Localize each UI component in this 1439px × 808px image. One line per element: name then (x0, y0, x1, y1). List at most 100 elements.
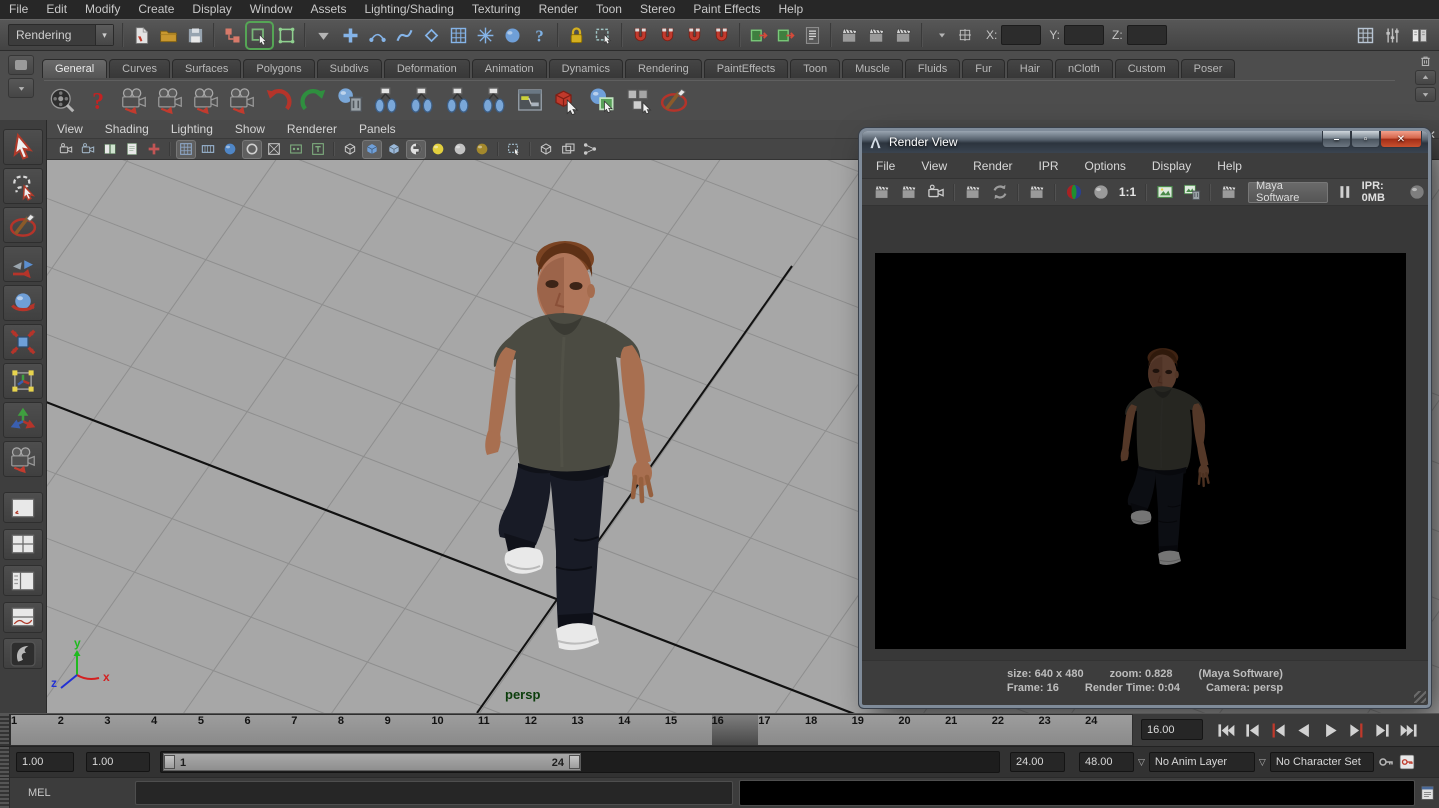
menu-item[interactable]: Window (241, 0, 302, 19)
render-view-canvas[interactable] (862, 206, 1428, 660)
shelf-scroll-up-button[interactable] (1415, 70, 1436, 85)
viewport-grid-toggle-button[interactable] (176, 140, 196, 159)
viewport-no-light-button[interactable] (472, 140, 492, 159)
rgb-channels-button[interactable] (1061, 181, 1086, 204)
shelf-help-button[interactable] (80, 83, 115, 117)
shelf-joint-chain-2-button[interactable] (404, 83, 439, 117)
shelf-tab[interactable]: Rendering (625, 59, 702, 78)
frame-cell[interactable]: 6 (245, 715, 292, 745)
shelf-joint-chain-3-button[interactable] (440, 83, 475, 117)
one-to-one-button[interactable]: 1:1 (1115, 181, 1140, 204)
shelf-node-editor-button[interactable] (512, 83, 547, 117)
script-editor-icon[interactable] (1419, 783, 1436, 803)
render-view-titlebar[interactable]: Render View – ▫ ✕ (862, 131, 1428, 153)
viewport-resolution-gate-button[interactable] (220, 140, 240, 159)
viewport-safe-title-button[interactable] (308, 140, 328, 159)
shelf-tab[interactable]: Fluids (905, 59, 960, 78)
viewport-camera-bookmark-button[interactable] (78, 140, 98, 159)
select-by-object-button[interactable] (247, 23, 272, 48)
menu-item[interactable]: Create (129, 0, 183, 19)
frame-cell[interactable]: 18 (805, 715, 852, 745)
frame-cell[interactable]: 1 (11, 715, 58, 745)
menu-item[interactable]: Paint Effects (684, 0, 769, 19)
layout-single-pane-button[interactable] (3, 492, 43, 523)
anim-layer-field[interactable] (1149, 752, 1255, 772)
close-button[interactable]: ✕ (1380, 131, 1422, 148)
frame-cell[interactable]: 17 (758, 715, 805, 745)
snap-to-view-planes-button[interactable] (709, 23, 734, 48)
step-back-frame-button[interactable] (1239, 719, 1265, 742)
toggle-channel-box-button[interactable] (1407, 23, 1432, 48)
viewport-isolate-select-button[interactable] (504, 140, 524, 159)
drag-handle[interactable] (0, 778, 10, 808)
frame-cell[interactable]: 13 (571, 715, 618, 745)
set-key-icon[interactable] (1377, 753, 1395, 771)
alpha-channels-button[interactable] (1088, 181, 1113, 204)
mask-dynamics-button[interactable] (473, 23, 498, 48)
universal-manipulator-tool[interactable] (3, 363, 43, 399)
shelf-camera-dolly-button[interactable] (188, 83, 223, 117)
maximize-button[interactable]: ▫ (1351, 131, 1380, 148)
remove-image-button[interactable] (1179, 181, 1204, 204)
frame-cell[interactable]: 4 (151, 715, 198, 745)
toggle-tool-settings-button[interactable] (1380, 23, 1405, 48)
panel-menu-item[interactable]: Renderer (287, 122, 337, 136)
shelf-selector-button[interactable] (8, 55, 34, 75)
shelf-group-button[interactable] (620, 83, 655, 117)
frame-cell[interactable]: 11 (478, 715, 525, 745)
snap-to-points-button[interactable] (682, 23, 707, 48)
shelf-tab[interactable]: PaintEffects (704, 59, 789, 78)
renderer-selector[interactable]: Maya Software (1248, 182, 1328, 203)
shelf-scroll-down-button[interactable] (1415, 87, 1436, 102)
panel-menu-item[interactable]: View (57, 122, 83, 136)
z-coordinate-field[interactable] (1127, 25, 1167, 45)
x-coordinate-field[interactable] (1001, 25, 1041, 45)
menu-item[interactable]: Lighting/Shading (355, 0, 462, 19)
shelf-undo-button[interactable] (260, 83, 295, 117)
render-view-menu-item[interactable]: Help (1217, 159, 1242, 173)
menu-item[interactable]: Texturing (463, 0, 530, 19)
shelf-tab[interactable]: Fur (962, 59, 1005, 78)
scale-tool[interactable] (3, 324, 43, 360)
shelf-tab[interactable]: Custom (1115, 59, 1179, 78)
shelf-tab[interactable]: Curves (109, 59, 170, 78)
animation-end-field[interactable] (1079, 752, 1134, 772)
frame-cell[interactable]: 12 (525, 715, 572, 745)
menu-item[interactable]: Display (183, 0, 240, 19)
shelf-tab[interactable]: Deformation (384, 59, 470, 78)
selection-mask-menu[interactable] (311, 23, 336, 48)
highlight-selection-button[interactable] (591, 23, 616, 48)
menu-item[interactable]: File (0, 0, 37, 19)
ipr-render-button[interactable] (864, 23, 889, 48)
lock-selection-button[interactable] (564, 23, 589, 48)
render-view-menu-item[interactable]: Options (1085, 159, 1126, 173)
command-input[interactable] (135, 781, 733, 805)
render-view-menu-item[interactable]: IPR (1039, 159, 1059, 173)
move-tool[interactable] (3, 246, 43, 282)
frame-cell[interactable]: 21 (945, 715, 992, 745)
layout-hypershade-button[interactable] (3, 638, 43, 669)
drag-handle[interactable] (0, 714, 10, 746)
playback-range-bar[interactable]: 1 24 (163, 753, 581, 771)
shelf-tab[interactable]: Animation (472, 59, 547, 78)
panel-menu-item[interactable]: Show (235, 122, 265, 136)
new-scene-button[interactable] (129, 23, 154, 48)
frame-cell[interactable]: 8 (338, 715, 385, 745)
layout-persp-graph-button[interactable] (3, 602, 43, 633)
shelf-tab[interactable]: Subdivs (317, 59, 382, 78)
shelf-tab[interactable]: General (42, 59, 107, 78)
refresh-ipr-button[interactable] (987, 181, 1012, 204)
shelf-redo-button[interactable] (296, 83, 331, 117)
snap-to-curves-button[interactable] (655, 23, 680, 48)
mask-points-button[interactable] (338, 23, 363, 48)
render-button[interactable] (869, 181, 894, 204)
inputs-to-selected-button[interactable] (746, 23, 771, 48)
construction-history-button[interactable] (800, 23, 825, 48)
shelf-tab[interactable]: Toon (790, 59, 840, 78)
shelf-paint-tool-button[interactable] (656, 83, 691, 117)
keep-image-button[interactable] (1152, 181, 1177, 204)
resize-grip[interactable] (1414, 691, 1426, 703)
range-track[interactable]: 1 24 (160, 751, 1000, 773)
toggle-attribute-editor-button[interactable] (1353, 23, 1378, 48)
snap-to-grids-button[interactable] (628, 23, 653, 48)
